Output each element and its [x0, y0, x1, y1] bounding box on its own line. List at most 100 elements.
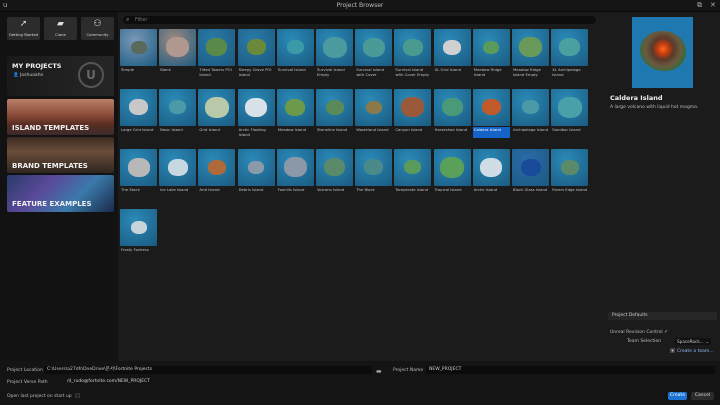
island-shape — [519, 37, 542, 57]
template-thumbnail — [472, 89, 510, 126]
template-thumbnail — [276, 149, 314, 186]
community-icon: ⚇ — [93, 19, 102, 29]
open-last-project-option[interactable]: Open last project on start up — [7, 393, 80, 399]
island-shape — [207, 159, 226, 175]
template-thumbnail — [355, 149, 393, 186]
template-name: Temperate Island — [395, 187, 429, 192]
restore-window-icon[interactable]: ⧉ — [697, 1, 702, 10]
island-shape — [206, 38, 228, 56]
template-tile[interactable]: Debris Island — [237, 149, 275, 205]
getting-started-label: Getting Started — [8, 32, 39, 37]
filter-search-bar[interactable]: ⌕ — [123, 16, 596, 24]
template-name: Survival Island Empty — [317, 67, 345, 77]
template-tile[interactable]: Meadow Ridge Island — [472, 29, 510, 85]
template-name: Horseshoe Island — [434, 127, 468, 132]
template-tile[interactable]: Large Grid Island — [120, 89, 157, 145]
template-thumbnail — [472, 29, 510, 66]
island-shape — [130, 220, 147, 234]
details-panel: Caldera Island A large volcano with liqu… — [602, 12, 720, 361]
template-thumbnail — [198, 29, 236, 66]
island-shape — [559, 38, 581, 56]
template-tile[interactable]: Sandbar Island — [551, 89, 589, 145]
template-name: Grid Island — [199, 127, 220, 132]
template-thumbnail — [551, 149, 589, 186]
template-tile[interactable]: Temperate Island — [394, 149, 432, 205]
island-shape — [285, 98, 306, 116]
template-tile[interactable]: Sleepy Grove POI Island — [237, 29, 275, 85]
template-tile[interactable]: Meadow Ridge Island Empty — [512, 29, 549, 85]
team-selection-dropdown[interactable]: SpaceRock... ⌄ — [675, 338, 711, 345]
template-tile[interactable]: Grid Island — [198, 89, 236, 145]
template-tile[interactable]: Basic Island — [159, 89, 197, 145]
island-shape — [246, 39, 266, 55]
browse-folder-icon[interactable]: ▬ — [376, 368, 382, 375]
island-templates-card[interactable]: ISLAND TEMPLATES — [7, 99, 114, 135]
template-tile[interactable]: Stoneline Island — [316, 89, 353, 145]
island-shape — [364, 159, 384, 175]
template-tile[interactable]: Tropical Island — [433, 149, 471, 205]
island-shape — [481, 99, 501, 115]
filter-input[interactable] — [135, 16, 575, 24]
template-name: Meadow Ridge Island Empty — [513, 67, 541, 77]
getting-started-button[interactable]: ➚ Getting Started — [7, 17, 40, 40]
template-tile[interactable]: Arctic Floating Island — [237, 89, 275, 145]
template-tile[interactable]: XL Archipelago Island — [551, 29, 589, 85]
project-name-field[interactable]: NEW_PROJECT — [426, 366, 715, 374]
template-thumbnail — [120, 209, 157, 246]
template-tile[interactable]: Arctic Island — [472, 149, 510, 205]
template-tile[interactable]: XL Grid Island — [433, 29, 471, 85]
project-defaults-label: Project Defaults — [612, 313, 648, 318]
template-browser: ⌕ Simple Blank Tilted Towers POI Island Sle… — [118, 12, 602, 361]
cancel-button[interactable]: Cancel — [691, 392, 714, 400]
template-tile[interactable]: Caldera Island — [472, 89, 510, 145]
template-tile[interactable]: Block Glass Island — [512, 149, 549, 205]
template-tile[interactable]: Archipelago Island — [512, 89, 549, 145]
template-tile[interactable]: Survival Island with Cover Empty — [394, 29, 432, 85]
clone-label: Clone — [55, 32, 66, 37]
template-tile[interactable]: Rivers Edge Island — [551, 149, 589, 205]
template-tile[interactable]: The Stack — [120, 149, 157, 205]
template-tile[interactable]: Tilted Towers POI Island — [198, 29, 236, 85]
template-tile[interactable]: Canyon Island — [394, 89, 432, 145]
template-name: XL Archipelago Island — [552, 67, 581, 77]
template-tile[interactable]: Frosty Fortress — [120, 209, 157, 265]
unreal-engine-logo-icon: U — [78, 62, 104, 88]
template-tile[interactable]: Survival Island — [276, 29, 314, 85]
template-tile[interactable]: Arid Island — [198, 149, 236, 205]
template-name: Arid Island — [199, 187, 220, 192]
template-name: Sandbar Island — [552, 127, 581, 132]
create-button[interactable]: Create — [668, 392, 687, 400]
template-tile[interactable]: Horseshoe Island — [433, 89, 471, 145]
template-tile[interactable]: Wasteland Island — [355, 89, 393, 145]
template-thumbnail — [237, 29, 275, 66]
template-name: Tilted Towers POI Island — [199, 67, 232, 77]
chevron-down-icon: ⌄ — [705, 339, 709, 344]
preview-title: Caldera Island — [610, 94, 663, 102]
my-projects-card[interactable]: U MY PROJECTS 👤 Joshuaahn — [7, 56, 114, 96]
template-tile[interactable]: Survival Island Empty — [316, 29, 353, 85]
template-tile[interactable]: Ice Lake Island — [159, 149, 197, 205]
template-tile[interactable]: The Block — [355, 149, 393, 205]
caldera-island-image — [640, 31, 686, 71]
template-tile[interactable]: Volcano Island — [316, 149, 353, 205]
open-last-project-checkbox[interactable] — [74, 393, 80, 398]
clone-button[interactable]: ▰ Clone — [44, 17, 77, 40]
template-tile[interactable]: Foxhills Island — [276, 149, 314, 205]
template-tile[interactable]: Blank — [159, 29, 197, 85]
template-name: Arctic Floating Island — [238, 127, 266, 137]
user-name-text: Joshuaahn — [20, 73, 44, 78]
template-name: Frosty Fortress — [121, 247, 149, 252]
island-shape — [324, 158, 345, 176]
template-tile[interactable]: Survival Island with Cover — [355, 29, 393, 85]
revision-control-checkbox[interactable]: ✓ — [664, 330, 669, 335]
project-location-field[interactable]: C:\Users\a27dh\OneDrive\문서\Fortnite Proj… — [44, 366, 372, 374]
template-tile[interactable]: Simple — [120, 29, 157, 85]
community-button[interactable]: ⚇ Community — [81, 17, 114, 40]
brand-templates-card[interactable]: BRAND TEMPLATES — [7, 137, 114, 173]
template-name: XL Grid Island — [434, 67, 461, 72]
template-thumbnail — [472, 149, 510, 186]
close-window-icon[interactable]: ✕ — [710, 1, 716, 9]
create-team-link[interactable]: + Create a team... — [670, 348, 714, 354]
feature-examples-card[interactable]: FEATURE EXAMPLES — [7, 175, 114, 212]
template-tile[interactable]: Meadow Island — [276, 89, 314, 145]
